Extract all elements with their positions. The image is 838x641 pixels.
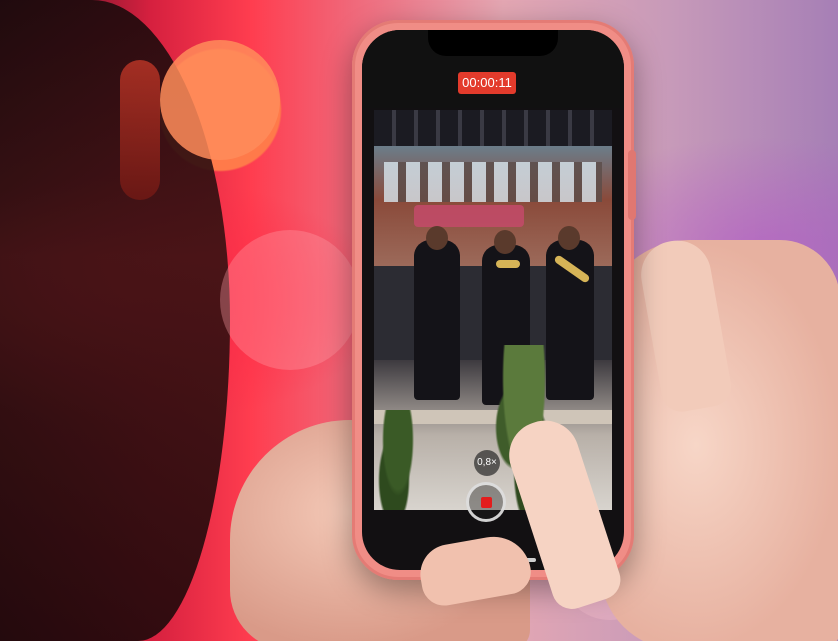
musician: [414, 240, 460, 400]
phone-side-button: [628, 150, 636, 220]
building-windows: [384, 162, 602, 202]
bokeh-light: [160, 40, 280, 160]
phone-notch: [428, 30, 558, 56]
trumpet: [496, 260, 520, 268]
recording-timer: 00:00:11: [458, 72, 516, 94]
record-stop-button[interactable]: [466, 482, 506, 522]
stage-truss: [374, 110, 612, 146]
hair-highlight: [120, 60, 160, 200]
right-hand: [600, 240, 838, 641]
foreground-plant: [378, 410, 418, 510]
musician-head: [494, 230, 516, 254]
photo-scene: 00:00:11 0,8×: [0, 0, 838, 641]
musician-head: [426, 226, 448, 250]
zoom-button[interactable]: 0,8×: [474, 450, 500, 476]
bokeh-light: [220, 230, 360, 370]
building-sign: [414, 205, 524, 227]
musician-head: [558, 226, 580, 250]
stop-square-icon: [481, 497, 492, 508]
